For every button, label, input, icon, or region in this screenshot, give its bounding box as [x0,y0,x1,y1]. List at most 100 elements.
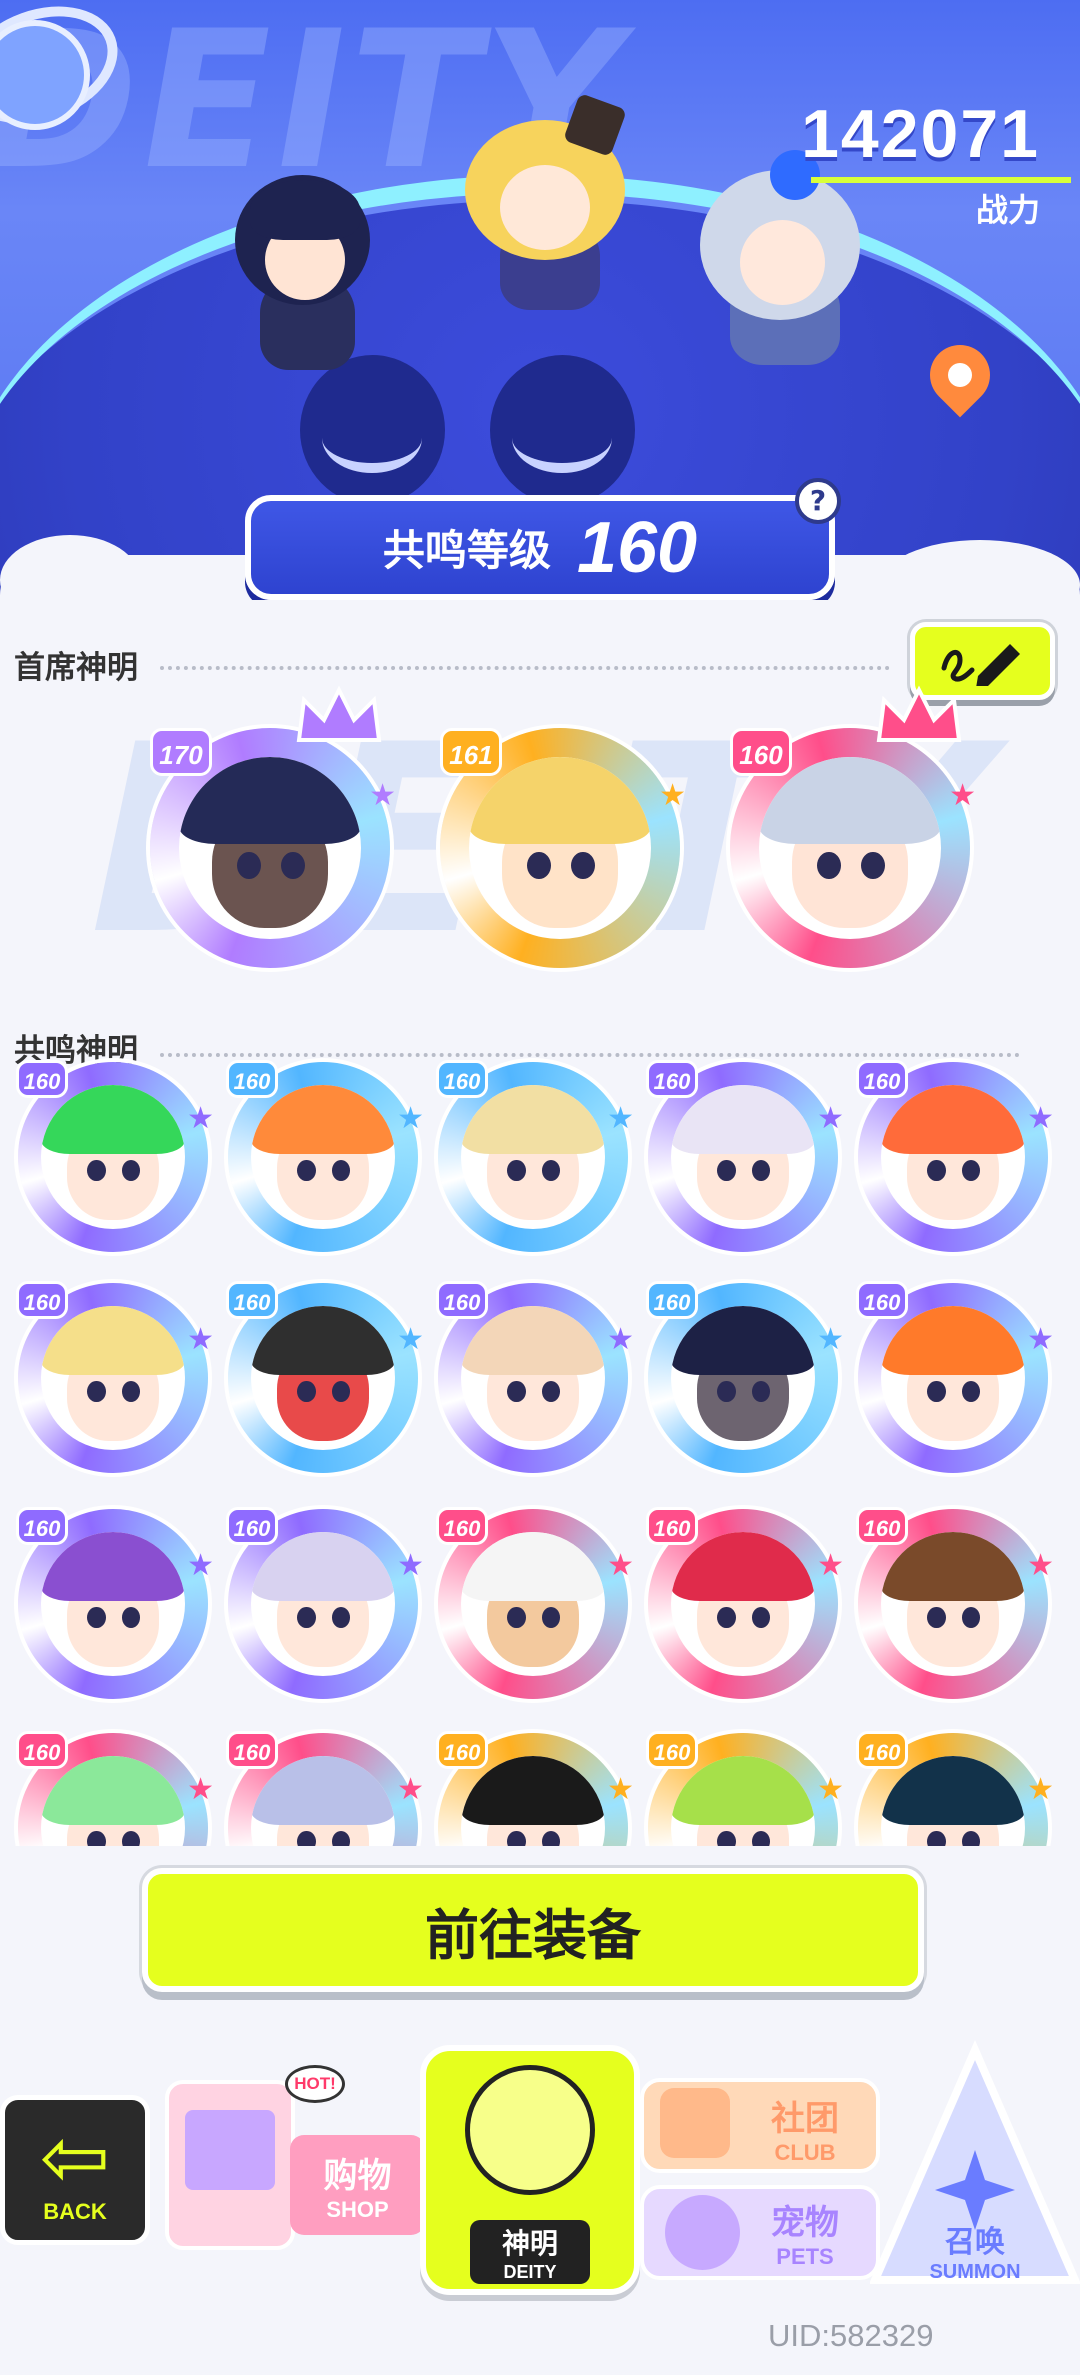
avatar-portrait [671,1306,815,1450]
avatar-level-badge: 160 [436,1507,488,1545]
uid-label: UID:582329 [768,2318,934,2353]
club-label-cn: 社团 [771,2098,839,2139]
nav-summon[interactable]: 召唤 SUMMON [870,2040,1080,2290]
avatar-portrait [881,1306,1025,1450]
crown-icon [294,685,384,749]
avatar-portrait [461,1532,605,1676]
nav-pets[interactable]: 宠物 PETS [640,2180,880,2290]
resonance-level-value: 160 [576,507,698,588]
avatar-level-badge: 160 [226,1281,278,1319]
star-icon: ★ [397,1548,424,1583]
star-icon: ★ [817,1772,844,1807]
chief-deity-title: 首席神明 [14,650,138,686]
resonance-deity-avatar[interactable]: 160 ★ [436,1507,634,1699]
club-label-en: CLUB [774,2139,836,2165]
avatar-level-badge: 160 [646,1731,698,1769]
go-equip-button[interactable]: 前往装备 [142,1868,924,1992]
resonance-deity-avatar[interactable]: 160 ★ [856,1060,1054,1252]
resonance-deity-avatar[interactable]: 160 ★ [436,1060,634,1252]
star-icon: ★ [817,1322,844,1357]
avatar-level-badge: 170 [150,728,212,776]
nav-deity[interactable]: 神明 DEITY [420,2035,640,2295]
deity-label-box: 神明 DEITY [470,2220,590,2284]
nav-shop[interactable]: HOT! 购物 SHOP [155,2040,435,2260]
section-divider [160,1053,1020,1057]
avatar-level-badge: 160 [646,1060,698,1098]
section-divider [160,666,890,670]
avatar-level-badge: 161 [440,728,502,776]
pets-label-en: PETS [776,2243,834,2269]
avatar-portrait [469,757,651,939]
shop-label-cn: 购物 [323,2155,392,2196]
briefcase-icon [660,2088,730,2158]
avatar-level-badge: 160 [856,1281,908,1319]
star-icon: ★ [1027,1772,1054,1807]
star-icon: ★ [659,778,686,813]
globe-eye-left [300,355,445,505]
vending-window [185,2110,275,2190]
star-icon: ★ [1027,1548,1054,1583]
star-icon: ★ [817,1548,844,1583]
resonance-deity-avatar[interactable]: 160 ★ [856,1507,1054,1699]
chief-deity-avatar[interactable]: 161 ★ [440,728,686,968]
resonance-deity-avatar[interactable]: 160 ★ [16,1507,214,1699]
pencil-icon [941,644,1020,686]
resonance-deity-avatar[interactable]: 160 ★ [16,1281,214,1473]
resonance-deity-avatar[interactable]: 160 ★ [856,1281,1054,1473]
resonance-level-label: 共鸣等级 [382,526,551,575]
resonance-deity-avatar[interactable]: 160 ★ [646,1060,844,1252]
back-button[interactable]: ⇦ BACK [0,2095,150,2245]
chief-deity-avatar[interactable]: 170 ★ [150,685,396,968]
star-icon: ★ [369,778,396,813]
avatar-portrait [881,1532,1025,1676]
resonance-deity-avatar[interactable]: 160 ★ [226,1507,424,1699]
shop-label-box: 购物 SHOP [290,2135,425,2235]
avatar-level-badge: 160 [16,1281,68,1319]
star-icon: ★ [187,1772,214,1807]
avatar-portrait [41,1532,185,1676]
pets-label-cn: 宠物 [771,2202,839,2243]
resonance-deity-avatar[interactable]: 160 ★ [646,1281,844,1473]
avatar-portrait [41,1085,185,1229]
back-label: BACK [43,2199,107,2224]
star-icon: ★ [1027,1101,1054,1136]
resonance-deity-avatar[interactable]: 160 ★ [16,1060,214,1252]
resonance-deity-avatar[interactable]: 160 ★ [646,1507,844,1699]
resonance-deity-avatar[interactable]: 160 ★ [226,1281,424,1473]
avatar-portrait [179,757,361,939]
globe-eye-right [490,355,635,505]
shop-label-en: SHOP [326,2196,389,2222]
chibi-character-left[interactable] [220,165,390,375]
power-value: 142071 [801,96,1040,172]
avatar-level-badge: 160 [730,728,792,776]
summon-label-box: 召唤 SUMMON [890,2215,1060,2285]
star-icon: ★ [607,1322,634,1357]
avatar-level-badge: 160 [226,1731,278,1769]
avatar-portrait [759,757,941,939]
resonance-deity-avatar[interactable]: 160 ★ [226,1060,424,1252]
star-icon: ★ [187,1322,214,1357]
chief-deity-avatar[interactable]: 160 ★ [730,685,976,968]
chibi-character-center[interactable] [445,92,645,315]
pet-fish-icon [665,2195,740,2270]
nav-club[interactable]: 社团 CLUB [640,2068,880,2178]
avatar-portrait [671,1532,815,1676]
help-button[interactable]: ? [795,478,841,524]
avatar-level-badge: 160 [856,1060,908,1098]
star-icon: ★ [397,1101,424,1136]
resonance-level-banner: 共鸣等级 160 [245,495,835,600]
power-display: 142071 战力 [801,95,1072,231]
avatar-portrait [251,1085,395,1229]
avatar-portrait [881,1085,1025,1229]
star-icon: ★ [949,778,976,813]
resonance-deity-avatar[interactable]: 160 ★ [436,1281,634,1473]
star-icon: ★ [1027,1322,1054,1357]
shop-hot-badge: HOT! [285,2065,345,2103]
deity-label-cn: 神明 [501,2226,558,2260]
star-icon: ★ [397,1322,424,1357]
club-label-box: 社团 CLUB [740,2088,870,2168]
avatar-level-badge: 160 [226,1060,278,1098]
summon-label-cn: 召唤 [945,2224,1005,2260]
avatar-level-badge: 160 [226,1507,278,1545]
deity-face-icon [465,2065,595,2195]
